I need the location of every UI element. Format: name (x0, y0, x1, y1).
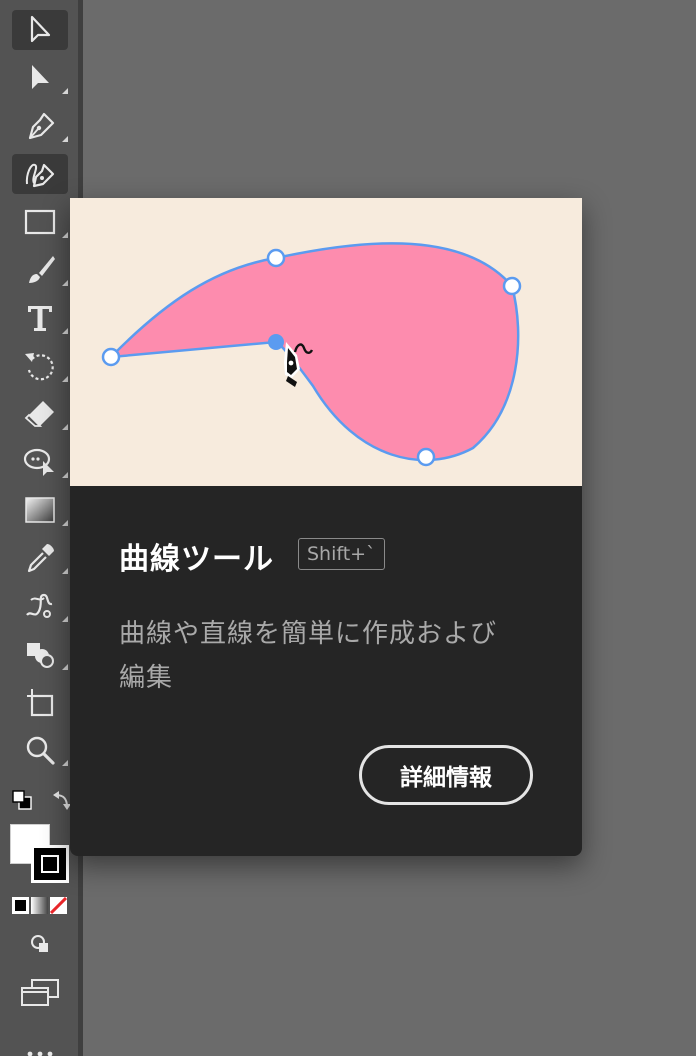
tooltip-title: 曲線ツール (119, 542, 274, 577)
gradient-tool[interactable] (12, 490, 68, 530)
pen-tool-icon (28, 112, 55, 140)
active-anchor-point (268, 334, 284, 350)
gradient-mode-button[interactable] (31, 897, 48, 914)
submenu-indicator-icon (62, 376, 68, 382)
artboard-tool-icon (27, 689, 54, 717)
direct-selection-arrow-icon (32, 65, 49, 89)
tooltip-description: 曲線や直線を簡単に作成および 編集 (119, 612, 539, 700)
screen-mode-icon[interactable] (20, 978, 60, 1008)
submenu-indicator-icon (62, 232, 68, 238)
submenu-indicator-icon (62, 280, 68, 286)
direct-selection-tool[interactable] (12, 58, 68, 98)
eraser-tool-icon (24, 401, 54, 427)
swap-fill-stroke-icon[interactable] (50, 788, 72, 812)
selection-tool[interactable] (12, 10, 68, 50)
rectangle-tool-icon (24, 209, 56, 235)
selection-arrow-icon (30, 15, 51, 43)
eyedropper-tool[interactable] (12, 538, 68, 578)
paintbrush-tool-icon (29, 256, 55, 283)
sample-curve-shape (107, 242, 520, 462)
description-line: 編集 (119, 663, 174, 693)
blend-tool[interactable] (12, 586, 68, 626)
eraser-tool[interactable] (12, 394, 68, 434)
artboard-tool[interactable] (12, 682, 68, 722)
curvature-tool[interactable] (12, 154, 68, 194)
type-tool-icon (28, 306, 52, 331)
tools-panel (0, 0, 78, 1056)
anchor-point (266, 248, 286, 268)
rotate-tool-icon (25, 353, 54, 381)
tool-tooltip: 曲線ツール Shift+` 曲線や直線を簡単に作成および 編集 詳細情報 (70, 198, 582, 856)
curvature-tool-icon (25, 163, 55, 188)
rectangle-tool[interactable] (12, 202, 68, 242)
description-line: 曲線や直線を簡単に作成および (119, 619, 498, 649)
blend-tool-icon (26, 593, 53, 618)
curvature-illustration (70, 198, 582, 486)
stroke-swatch[interactable] (31, 845, 69, 883)
submenu-indicator-icon (62, 88, 68, 94)
type-tool[interactable] (12, 298, 68, 338)
default-fill-stroke-icon[interactable] (10, 788, 34, 812)
submenu-indicator-icon (62, 424, 68, 430)
submenu-indicator-icon (62, 328, 68, 334)
submenu-indicator-icon (62, 568, 68, 574)
learn-more-button[interactable]: 詳細情報 (359, 745, 533, 805)
anchor-point (416, 447, 436, 467)
submenu-indicator-icon (62, 136, 68, 142)
more-tools-icon[interactable] (24, 1046, 56, 1056)
pen-tool[interactable] (12, 106, 68, 146)
shape-builder-tool[interactable] (12, 634, 68, 674)
none-mode-button[interactable] (50, 897, 67, 914)
submenu-indicator-icon (62, 472, 68, 478)
drawing-modes-icon[interactable] (28, 932, 52, 956)
shape-builder-tool-icon (27, 643, 54, 668)
eyedropper-tool-icon (27, 544, 54, 573)
submenu-indicator-icon (62, 616, 68, 622)
anchor-point (502, 276, 522, 296)
color-mode-button[interactable] (12, 897, 29, 914)
zoom-tool-icon (26, 736, 55, 765)
submenu-indicator-icon (62, 520, 68, 526)
zoom-tool[interactable] (12, 730, 68, 770)
puppet-warp-tool[interactable] (12, 442, 68, 482)
submenu-indicator-icon (62, 760, 68, 766)
submenu-indicator-icon (62, 664, 68, 670)
anchor-point (101, 347, 121, 367)
paintbrush-tool[interactable] (12, 250, 68, 290)
keyboard-shortcut-badge: Shift+` (298, 538, 385, 570)
rotate-tool[interactable] (12, 346, 68, 386)
gradient-tool-icon (25, 497, 55, 523)
puppet-warp-tool-icon (23, 448, 54, 476)
